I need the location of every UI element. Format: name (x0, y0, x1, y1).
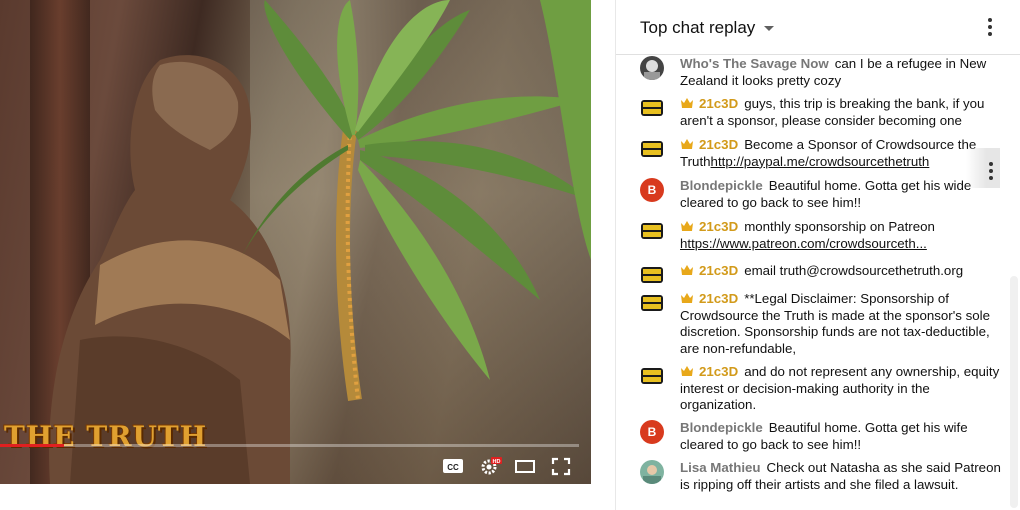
chat-message: 21c3D and do not represent any ownership,… (640, 364, 1004, 414)
message-text: email truth@crowdsourcethetruth.org (744, 263, 964, 278)
user-avatar[interactable]: B (640, 178, 664, 202)
user-avatar[interactable] (640, 137, 664, 161)
message-author[interactable]: 21c3D (699, 291, 738, 306)
chat-message: 21c3D guys, this trip is breaking the ban… (640, 96, 1004, 129)
message-author[interactable]: 21c3D (699, 96, 738, 111)
message-author[interactable]: 21c3D (699, 137, 738, 152)
chat-scrollbar[interactable] (1010, 276, 1018, 508)
plant-image (240, 0, 591, 402)
player-controls: CC HD (0, 450, 591, 484)
progress-played (0, 444, 64, 447)
user-avatar[interactable] (640, 56, 664, 80)
channel-logo-icon (641, 295, 663, 311)
message-link[interactable]: http://paypal.me/crowdsourcethetruth (711, 154, 930, 169)
message-author[interactable]: 21c3D (699, 364, 738, 379)
user-avatar[interactable]: B (640, 420, 664, 444)
chat-message: 21c3D email truth@crowdsourcethetruth.org (640, 263, 1004, 287)
dropdown-caret-icon (764, 25, 775, 31)
chat-message: B Blondepickle Beautiful home. Gotta get … (640, 178, 1004, 211)
chat-messages-list: Who's The Savage Now can I be a refugee i… (616, 56, 1008, 510)
chat-more-options-icon[interactable] (986, 18, 994, 38)
chat-header: Top chat replay (616, 0, 1020, 55)
user-avatar[interactable] (640, 460, 664, 484)
message-author[interactable]: 21c3D (699, 219, 738, 234)
member-crown-icon (681, 98, 693, 108)
channel-logo-icon (641, 267, 663, 283)
message-options-icon[interactable] (966, 148, 1000, 188)
video-player[interactable]: THE TRUTH CC HD (0, 0, 591, 484)
message-author[interactable]: Who's The Savage Now (680, 56, 829, 71)
photo-avatar-icon (640, 56, 664, 80)
member-crown-icon (681, 366, 693, 376)
chat-title-label: Top chat replay (640, 18, 756, 37)
chat-message: 21c3D Become a Sponsor of Crowdsource the… (640, 137, 1004, 170)
chat-mode-dropdown[interactable]: Top chat replay (640, 18, 775, 38)
user-avatar[interactable] (640, 96, 664, 120)
settings-gear-icon[interactable]: HD (480, 456, 502, 476)
chat-message: Lisa Mathieu Check out Natasha as she sai… (640, 460, 1004, 493)
captions-icon[interactable]: CC (442, 456, 464, 476)
message-author[interactable]: Lisa Mathieu (680, 460, 761, 475)
channel-logo-icon (641, 223, 663, 239)
chat-message: B Blondepickle Beautiful home. Gotta get … (640, 420, 1004, 453)
live-chat-panel: Top chat replay Who's The Savage Now can … (615, 0, 1020, 510)
user-avatar[interactable] (640, 291, 664, 315)
chat-message: 21c3D **Legal Disclaimer: Sponsorship of … (640, 291, 1004, 357)
svg-text:HD: HD (493, 459, 501, 465)
user-avatar[interactable] (640, 263, 664, 287)
channel-watermark: THE TRUTH (4, 420, 208, 453)
message-author[interactable]: Blondepickle (680, 178, 763, 193)
message-author[interactable]: Blondepickle (680, 420, 763, 435)
member-crown-icon (681, 139, 693, 149)
channel-logo-icon (641, 368, 663, 384)
chat-message: 21c3D monthly sponsorship on Patreon http… (640, 219, 1004, 252)
message-text: monthly sponsorship on Patreon (744, 219, 935, 234)
channel-logo-icon (641, 141, 663, 157)
chat-message: Who's The Savage Now can I be a refugee i… (640, 56, 1004, 89)
member-crown-icon (681, 265, 693, 275)
user-avatar[interactable] (640, 364, 664, 388)
fullscreen-icon[interactable] (550, 456, 572, 476)
progress-bar[interactable] (0, 444, 579, 447)
photo-avatar-icon (640, 460, 664, 484)
svg-text:CC: CC (447, 463, 459, 472)
channel-logo-icon (641, 100, 663, 116)
theater-mode-icon[interactable] (514, 456, 536, 476)
member-crown-icon (681, 293, 693, 303)
user-avatar[interactable] (640, 219, 664, 243)
message-link[interactable]: https://www.patreon.com/crowdsourceth... (680, 236, 927, 251)
message-author[interactable]: 21c3D (699, 263, 738, 278)
member-crown-icon (681, 221, 693, 231)
